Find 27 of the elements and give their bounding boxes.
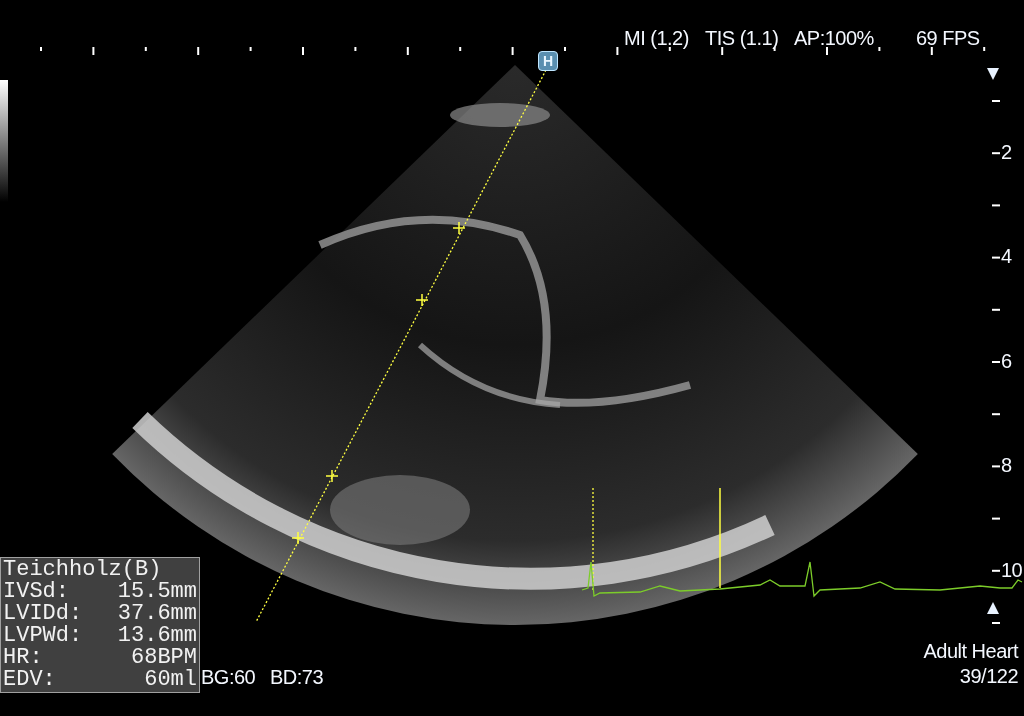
measurement-value: 37.6mm: [117, 603, 197, 625]
probe-marker: H: [538, 51, 558, 71]
measurement-value: 15.5mm: [117, 581, 197, 603]
down-triangle-icon: [987, 68, 999, 80]
thermal-index: TIS (1.1): [705, 27, 779, 49]
measurement-value: 13.6mm: [117, 625, 197, 647]
depth-label: 6: [1001, 349, 1012, 372]
measurement-label: LVIDd:: [3, 603, 83, 625]
measurement-label: IVSd:: [3, 581, 69, 603]
measurement-title: Teichholz(B): [3, 559, 162, 581]
frame-counter: 39/122: [959, 665, 1018, 687]
acoustic-power: AP:100%: [794, 27, 874, 49]
measurement-value: 60ml: [144, 669, 197, 691]
gain-value: BG:60: [201, 666, 256, 688]
preset-label: Adult Heart: [923, 640, 1018, 662]
depth-label: 8: [1001, 454, 1012, 477]
mechanical-index: MI (1.2): [624, 27, 689, 49]
depth-label: 2: [1001, 141, 1012, 163]
frame-rate: 69 FPS: [916, 27, 980, 49]
measurement-label: EDV:: [3, 669, 56, 691]
depth-label: 10: [1001, 558, 1023, 581]
measurement-label: LVPWd:: [3, 625, 83, 647]
measurement-value: 68BPM: [131, 647, 197, 669]
gain-value: BD:73: [270, 666, 324, 688]
measurement-label: HR:: [3, 647, 43, 669]
up-triangle-icon: [987, 602, 999, 614]
depth-label: 4: [1001, 245, 1012, 268]
